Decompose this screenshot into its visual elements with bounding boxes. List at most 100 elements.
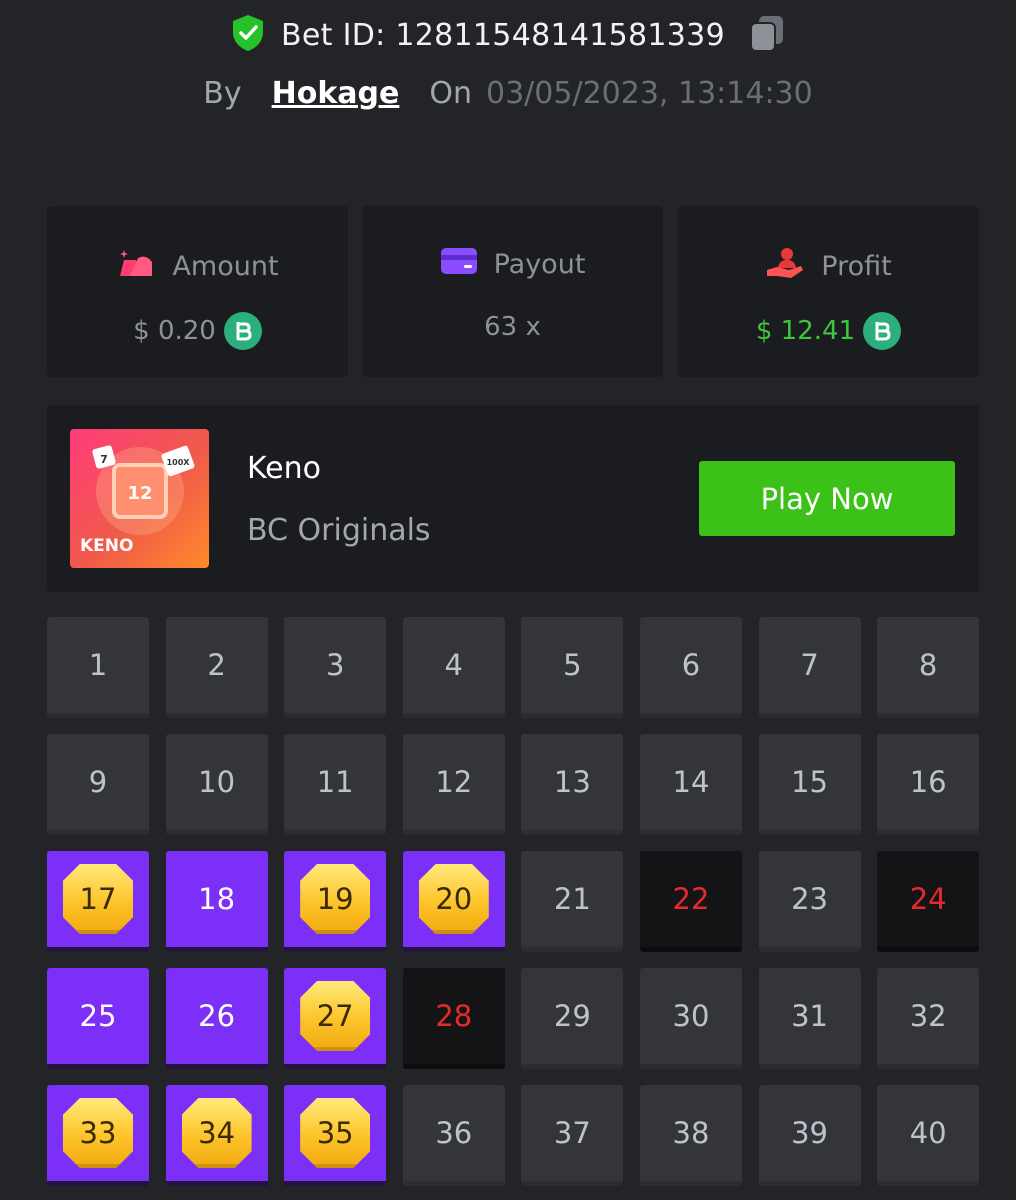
- keno-cell-number: 38: [672, 1116, 710, 1150]
- keno-cell-34[interactable]: 34: [165, 1085, 268, 1186]
- verified-shield-icon: [231, 14, 265, 56]
- bet-id-row: Bet ID: 128115481415813​39: [0, 14, 1016, 56]
- hand-user-icon: [765, 246, 805, 287]
- page-edge: [1016, 0, 1023, 1200]
- profit-value: $ 12.41: [755, 316, 856, 346]
- keno-cell-39[interactable]: 39: [758, 1085, 861, 1186]
- keno-cell-1[interactable]: 1: [47, 617, 149, 718]
- keno-cell-30[interactable]: 30: [639, 968, 742, 1069]
- keno-cell-37[interactable]: 37: [521, 1085, 624, 1186]
- keno-cell-3[interactable]: 3: [284, 617, 387, 718]
- game-provider: BC Originals: [247, 513, 431, 548]
- keno-cell-29[interactable]: 29: [521, 968, 624, 1069]
- keno-cell-number: 31: [791, 999, 829, 1033]
- keno-cell-12[interactable]: 12: [402, 734, 505, 835]
- amount-card: Amount $ 0.20: [47, 206, 348, 377]
- keno-cell-6[interactable]: 6: [639, 617, 742, 718]
- svg-text:7: 7: [100, 453, 108, 466]
- payout-card: Payout 63 x: [362, 206, 663, 377]
- keno-number-grid: 1 2 3 4 5 6 7 8 9 10 11 12 13 14 15 16 17 18 19 20 21 22 23 24 2…: [47, 617, 980, 1186]
- keno-cell-number: 9: [88, 765, 108, 799]
- keno-cell-33[interactable]: 33: [47, 1085, 149, 1186]
- keno-cell-number: 7: [800, 648, 819, 682]
- keno-cell-28[interactable]: 28: [402, 968, 505, 1069]
- keno-cell-number: 11: [316, 765, 354, 799]
- keno-cell-38[interactable]: 38: [639, 1085, 742, 1186]
- keno-thumbnail[interactable]: 12 7 100X KENO: [70, 429, 209, 568]
- keno-cell-31[interactable]: 31: [758, 968, 861, 1069]
- bc-coin-icon: [223, 312, 262, 350]
- payout-value: 63 x: [484, 312, 541, 342]
- bet-meta-row: By Hokage On 03/05/2023, 13:14:30: [0, 76, 1016, 111]
- keno-cell-number: 39: [791, 1116, 829, 1150]
- keno-cell-11[interactable]: 11: [284, 734, 387, 835]
- keno-cell-25[interactable]: 25: [47, 968, 149, 1069]
- keno-cell-17[interactable]: 17: [47, 851, 149, 952]
- by-label: By: [203, 76, 242, 111]
- keno-cell-number: 29: [553, 999, 591, 1033]
- keno-cell-14[interactable]: 14: [639, 734, 742, 835]
- keno-cell-15[interactable]: 15: [758, 734, 861, 835]
- game-card: 12 7 100X KENO Keno BC Originals Play No…: [47, 405, 979, 592]
- gem-icon: 20: [418, 864, 489, 934]
- keno-cell-18[interactable]: 18: [165, 851, 268, 952]
- keno-cell-number: 3: [325, 648, 345, 682]
- keno-cell-20[interactable]: 20: [402, 851, 505, 952]
- keno-cell-13[interactable]: 13: [521, 734, 624, 835]
- keno-cell-7[interactable]: 7: [758, 617, 861, 718]
- username-link[interactable]: Hokage: [272, 76, 400, 111]
- keno-cell-32[interactable]: 32: [877, 968, 980, 1069]
- keno-cell-number: 40: [909, 1116, 947, 1150]
- card-icon: [440, 246, 478, 283]
- keno-cell-36[interactable]: 36: [402, 1085, 505, 1186]
- svg-text:KENO: KENO: [80, 536, 133, 556]
- keno-cell-40[interactable]: 40: [877, 1085, 980, 1186]
- bet-date: 03/05/2023, 13:14:30: [486, 76, 813, 111]
- money-bag-icon: [116, 246, 156, 287]
- profit-label: Profit: [821, 251, 892, 282]
- keno-cell-35[interactable]: 35: [284, 1085, 387, 1186]
- game-name: Keno: [247, 451, 322, 486]
- keno-cell-number: 1: [88, 648, 108, 682]
- keno-cell-16[interactable]: 16: [877, 734, 980, 835]
- keno-cell-24[interactable]: 24: [877, 851, 980, 952]
- svg-text:100X: 100X: [167, 458, 191, 467]
- keno-cell-number: 21: [553, 882, 591, 916]
- keno-cell-21[interactable]: 21: [521, 851, 624, 952]
- keno-cell-2[interactable]: 2: [165, 617, 268, 718]
- keno-cell-19[interactable]: 19: [284, 851, 387, 952]
- keno-cell-number: 10: [198, 765, 236, 799]
- copy-icon[interactable]: [749, 14, 785, 56]
- keno-cell-22[interactable]: 22: [639, 851, 742, 952]
- keno-cell-number: 16: [909, 765, 947, 799]
- gem-icon: 34: [181, 1098, 252, 1168]
- svg-text:12: 12: [127, 483, 152, 504]
- keno-cell-23[interactable]: 23: [758, 851, 861, 952]
- gem-icon: 35: [300, 1098, 371, 1168]
- keno-cell-10[interactable]: 10: [165, 734, 268, 835]
- keno-cell-number: 5: [563, 648, 582, 682]
- keno-cell-number: 36: [435, 1116, 473, 1150]
- gem-icon: 33: [63, 1098, 133, 1168]
- keno-cell-26[interactable]: 26: [165, 968, 268, 1069]
- keno-cell-number: 14: [672, 765, 710, 799]
- keno-cell-4[interactable]: 4: [402, 617, 505, 718]
- play-now-button[interactable]: Play Now: [699, 461, 955, 536]
- gem-icon: 27: [300, 981, 371, 1051]
- keno-cell-8[interactable]: 8: [877, 617, 980, 718]
- keno-cell-number: 4: [444, 648, 463, 682]
- keno-cell-number: 25: [79, 999, 117, 1033]
- keno-cell-number: 18: [198, 882, 236, 916]
- keno-cell-number: 26: [198, 999, 236, 1033]
- on-label: On: [429, 76, 472, 111]
- keno-cell-number: 8: [918, 648, 938, 682]
- keno-cell-number: 32: [909, 999, 947, 1033]
- profit-card: Profit $ 12.41: [678, 206, 979, 377]
- keno-cell-number: 12: [435, 765, 473, 799]
- keno-cell-number: 28: [435, 999, 473, 1033]
- keno-cell-27[interactable]: 27: [284, 968, 387, 1069]
- keno-cell-9[interactable]: 9: [47, 734, 149, 835]
- payout-label: Payout: [493, 249, 586, 280]
- keno-cell-5[interactable]: 5: [521, 617, 624, 718]
- keno-cell-number: 15: [791, 765, 829, 799]
